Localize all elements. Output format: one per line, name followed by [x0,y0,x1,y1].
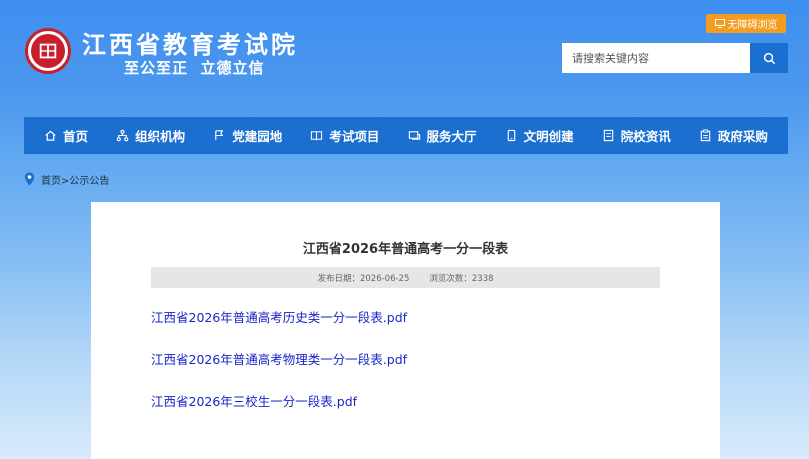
location-pin-icon [24,172,35,186]
nav-item-label: 服务大厅 [426,129,477,144]
monitor-icon [714,19,725,28]
breadcrumb-text[interactable]: 首页>公示公告 [41,172,109,187]
site-slogan: 至公至正 立德立信 [124,59,265,77]
main-nav: 首页 组织机构 党建园地 考试项目 服务大厅 文明创建 院校资讯 政府采购 [24,117,788,154]
site-title: 江西省教育考试院 [82,31,298,59]
publish-date: 发布日期：2026-06-25 [317,273,410,284]
phone-icon [507,129,515,142]
nav-item-label: 党建园地 [232,129,283,144]
party-icon [215,130,224,141]
file-link-physics[interactable]: 江西省2026年普通高考物理类一分一段表.pdf [151,349,407,368]
nav-item-label: 文明创建 [523,129,574,144]
search-icon [763,52,775,64]
clipboard-icon [700,129,711,142]
nav-item-home[interactable]: 首页 [44,126,88,145]
breadcrumb: 首页>公示公告 [24,171,109,187]
nav-item-service[interactable]: 服务大厅 [408,126,477,145]
file-link-history[interactable]: 江西省2026年普通高考历史类一分一段表.pdf [151,307,407,326]
org-icon [116,129,129,142]
search-input[interactable] [562,43,750,73]
barrier-free-label: 无障碍浏览 [727,20,778,31]
nav-item-label: 考试项目 [329,129,380,144]
nav-item-procurement[interactable]: 政府采购 [699,126,768,145]
site-logo[interactable] [25,28,71,74]
nav-item-label: 组织机构 [135,129,186,144]
article-panel: 江西省2026年普通高考一分一段表 发布日期：2026-06-25 浏览次数：2… [91,202,720,459]
nav-item-label: 首页 [63,129,89,144]
logo-emblem-icon [31,34,65,68]
nav-item-label: 政府采购 [717,129,768,144]
article-title: 江西省2026年普通高考一分一段表 [302,242,509,257]
service-icon [408,131,420,140]
nav-item-label: 院校资讯 [620,129,671,144]
barrier-free-button[interactable]: 无障碍浏览 [706,14,786,33]
nav-item-exams[interactable]: 考试项目 [310,126,379,145]
nav-item-party[interactable]: 党建园地 [213,126,282,145]
article-meta: 发布日期：2026-06-25 浏览次数：2338 [151,267,660,288]
nav-item-civilization[interactable]: 文明创建 [505,126,574,145]
news-icon [603,129,614,142]
book-icon [311,131,323,141]
nav-item-college-news[interactable]: 院校资讯 [602,126,671,145]
home-icon [45,130,56,141]
search-button[interactable] [750,43,788,73]
file-link-three-schools[interactable]: 江西省2026年三校生一分一段表.pdf [151,391,357,410]
nav-item-organization[interactable]: 组织机构 [116,126,185,145]
site-header: 江西省教育考试院 至公至正 立德立信 无障碍浏览 [0,0,809,110]
view-count: 浏览次数：2338 [429,273,494,284]
